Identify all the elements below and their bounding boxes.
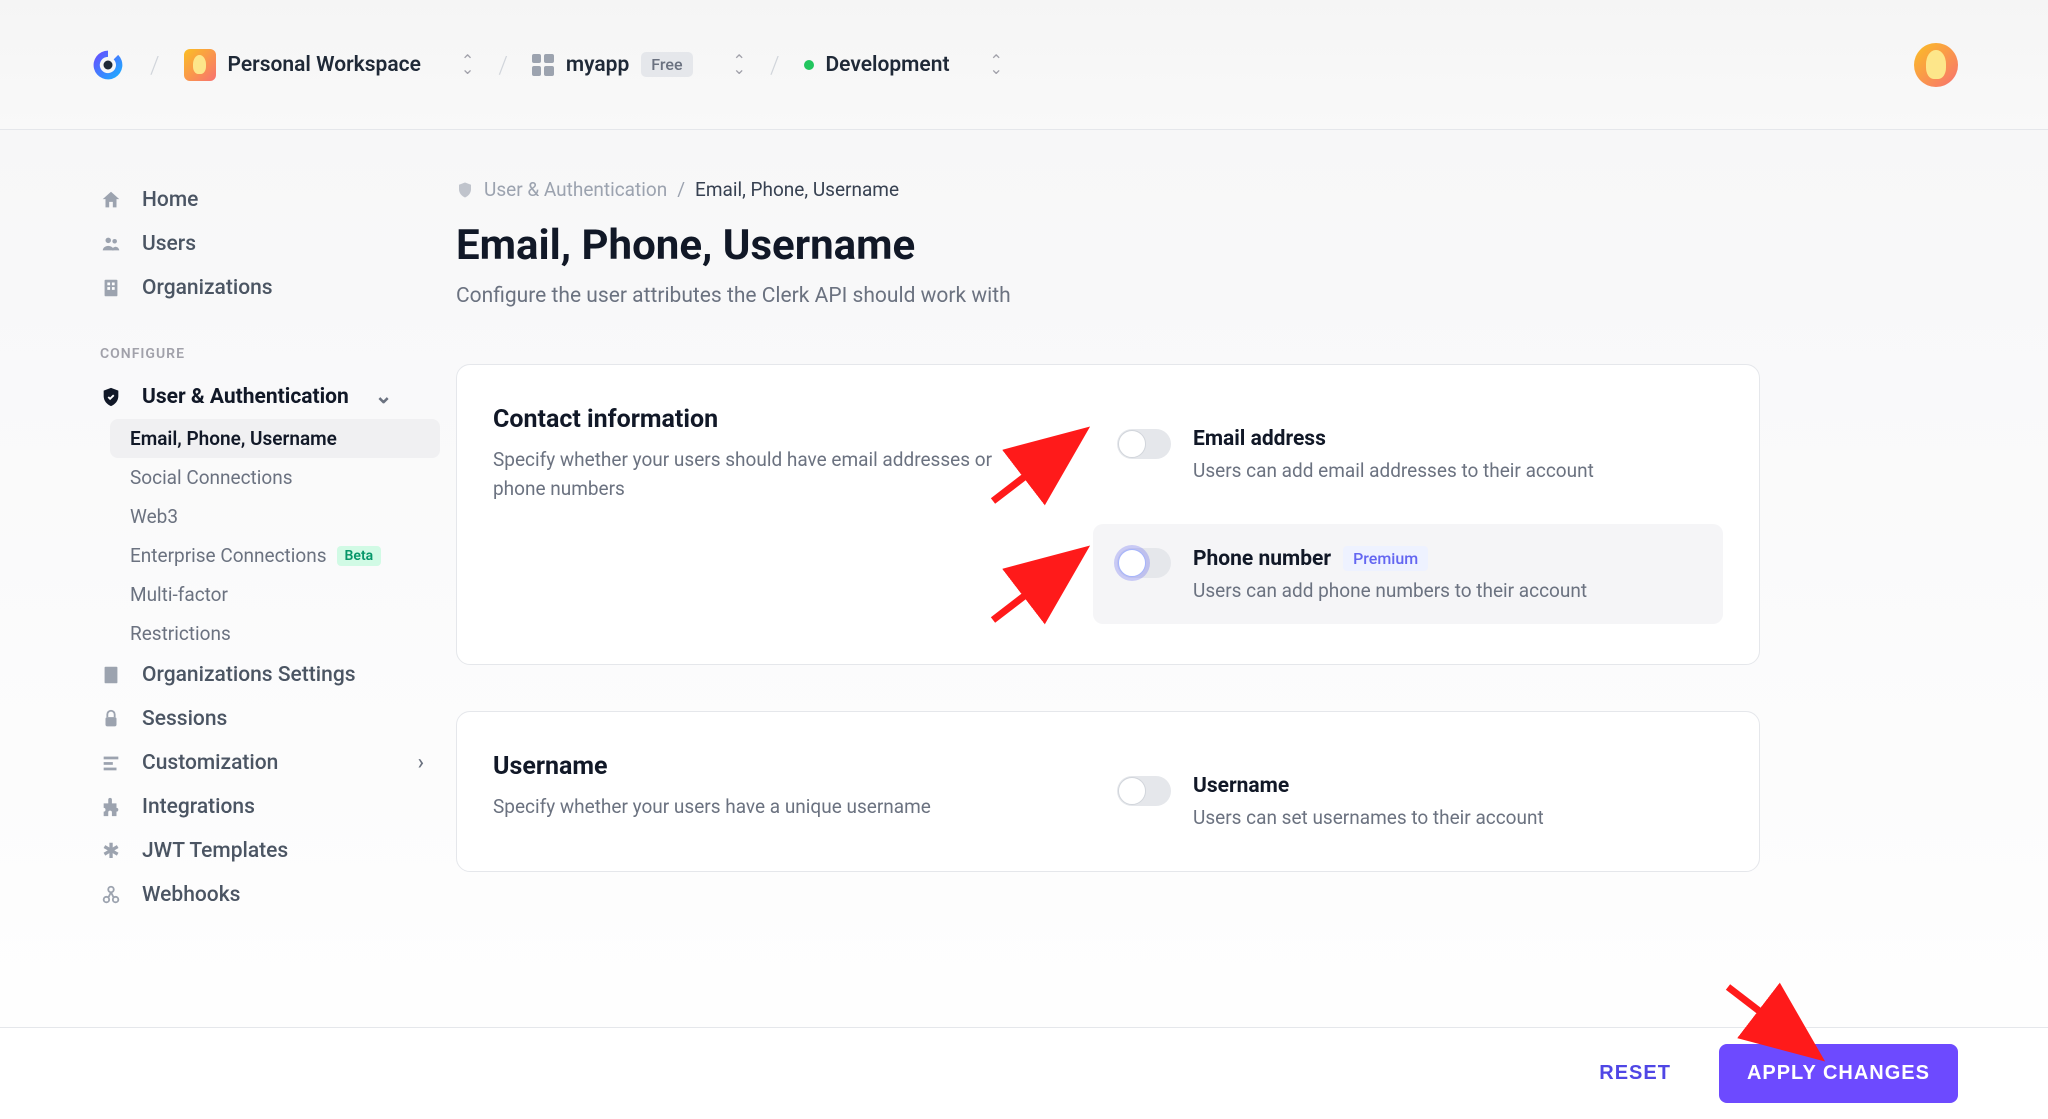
sidebar-item-label: User & Authentication <box>142 385 349 409</box>
puzzle-icon <box>100 796 122 818</box>
card-title: Username <box>493 752 1033 781</box>
chevron-down-icon: ⌄ <box>375 384 393 409</box>
sidebar-item-label: Users <box>142 232 196 256</box>
sidebar-item-sessions[interactable]: Sessions <box>84 697 440 741</box>
user-avatar[interactable] <box>1914 43 1958 87</box>
sidebar-item-label: Organizations <box>142 276 273 300</box>
option-title: Phone number Premium <box>1193 546 1699 571</box>
sidebar-sub-mfa[interactable]: Multi-factor <box>110 575 440 614</box>
option-title: Email address <box>1193 427 1699 451</box>
sidebar-item-user-auth[interactable]: User & Authentication ⌄ <box>84 374 440 419</box>
chevron-right-icon: › <box>418 751 424 775</box>
breadcrumb: User & Authentication / Email, Phone, Us… <box>456 178 1760 201</box>
toggle-username[interactable] <box>1117 776 1171 806</box>
environment-switcher[interactable]: Development ⌃⌄ <box>804 53 1003 77</box>
sidebar-item-org-settings[interactable]: Organizations Settings <box>84 653 440 697</box>
breadcrumb-parent[interactable]: User & Authentication <box>484 178 667 201</box>
card-title: Contact information <box>493 405 1033 434</box>
separator: / <box>150 51 160 79</box>
sidebar-item-label: Integrations <box>142 795 255 819</box>
sidebar-item-users[interactable]: Users <box>84 222 440 266</box>
shield-icon <box>456 181 474 199</box>
environment-name: Development <box>826 53 950 77</box>
chevron-updown-icon: ⌃⌄ <box>733 57 746 73</box>
sidebar-item-jwt[interactable]: ✱ JWT Templates <box>84 829 440 873</box>
sidebar-item-label: Home <box>142 188 198 212</box>
option-desc: Users can set usernames to their account <box>1193 806 1699 829</box>
option-phone-number: Phone number Premium Users can add phone… <box>1093 524 1723 624</box>
shield-icon <box>100 386 122 408</box>
sidebar-subnav: Email, Phone, Username Social Connection… <box>84 419 440 653</box>
workspace-avatar <box>184 49 216 81</box>
sidebar-section-label: CONFIGURE <box>84 310 440 374</box>
footer-bar: RESET APPLY CHANGES <box>0 1027 2048 1119</box>
toggle-phone-number[interactable] <box>1117 548 1171 578</box>
option-desc: Users can add email addresses to their a… <box>1193 459 1699 482</box>
card-contact-information: Contact information Specify whether your… <box>456 364 1760 665</box>
card-description: Specify whether your users have a unique… <box>493 793 1033 822</box>
separator: / <box>677 178 685 201</box>
chevron-updown-icon: ⌃⌄ <box>461 57 474 73</box>
beta-badge: Beta <box>337 546 382 566</box>
page-title: Email, Phone, Username <box>456 221 1760 270</box>
building-icon <box>100 664 122 686</box>
premium-badge: Premium <box>1343 546 1428 571</box>
sliders-icon <box>100 752 122 774</box>
lock-icon <box>100 708 122 730</box>
separator: / <box>770 51 780 79</box>
sidebar-sub-social[interactable]: Social Connections <box>110 458 440 497</box>
breadcrumb-current: Email, Phone, Username <box>695 178 899 201</box>
sidebar-item-webhooks[interactable]: Webhooks <box>84 873 440 917</box>
topbar: / Personal Workspace ⌃⌄ / myapp Free ⌃⌄ … <box>0 0 2048 130</box>
app-name: myapp <box>566 53 629 77</box>
asterisk-icon: ✱ <box>100 840 122 862</box>
building-icon <box>100 277 122 299</box>
webhook-icon <box>100 884 122 906</box>
toggle-email-address[interactable] <box>1117 429 1171 459</box>
sidebar-item-label: JWT Templates <box>142 839 288 863</box>
apply-changes-button[interactable]: APPLY CHANGES <box>1719 1044 1958 1103</box>
status-dot-icon <box>804 60 814 70</box>
sidebar: Home Users Organizations CONFIGURE User … <box>0 130 440 1027</box>
sidebar-item-organizations[interactable]: Organizations <box>84 266 440 310</box>
sidebar-item-label: Webhooks <box>142 883 240 907</box>
sidebar-sub-email-phone-username[interactable]: Email, Phone, Username <box>110 419 440 458</box>
card-description: Specify whether your users should have e… <box>493 446 1033 503</box>
sidebar-item-label: Sessions <box>142 707 227 731</box>
sidebar-item-home[interactable]: Home <box>84 178 440 222</box>
option-desc: Users can add phone numbers to their acc… <box>1193 579 1699 602</box>
option-email-address: Email address Users can add email addres… <box>1093 405 1723 504</box>
card-username: Username Specify whether your users have… <box>456 711 1760 872</box>
app-grid-icon <box>532 54 554 76</box>
chevron-updown-icon: ⌃⌄ <box>990 57 1003 73</box>
sidebar-item-integrations[interactable]: Integrations <box>84 785 440 829</box>
sidebar-sub-restrictions[interactable]: Restrictions <box>110 614 440 653</box>
option-username: Username Users can set usernames to thei… <box>1093 752 1723 851</box>
workspace-name: Personal Workspace <box>228 53 421 77</box>
workspace-switcher[interactable]: Personal Workspace ⌃⌄ <box>184 49 475 81</box>
main-content: User & Authentication / Email, Phone, Us… <box>440 130 1860 1027</box>
reset-button[interactable]: RESET <box>1575 1044 1695 1103</box>
option-title: Username <box>1193 774 1699 798</box>
page-subtitle: Configure the user attributes the Clerk … <box>456 284 1760 308</box>
app-switcher[interactable]: myapp Free ⌃⌄ <box>532 52 746 77</box>
separator: / <box>498 51 508 79</box>
clerk-logo-icon[interactable] <box>90 47 126 83</box>
sidebar-sub-enterprise[interactable]: Enterprise ConnectionsBeta <box>110 536 440 575</box>
sidebar-item-label: Customization <box>142 751 278 775</box>
plan-badge: Free <box>641 52 692 77</box>
sidebar-item-label: Organizations Settings <box>142 663 356 687</box>
users-icon <box>100 233 122 255</box>
home-icon <box>100 189 122 211</box>
sidebar-item-customization[interactable]: Customization › <box>84 741 440 785</box>
sidebar-sub-web3[interactable]: Web3 <box>110 497 440 536</box>
